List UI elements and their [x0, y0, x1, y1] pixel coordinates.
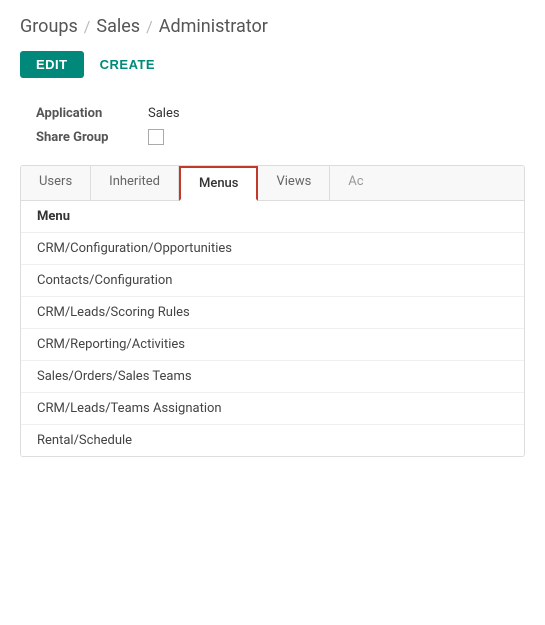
application-row: Application Sales — [36, 102, 525, 125]
create-button[interactable]: CReatE — [84, 51, 171, 78]
breadcrumb: Groups / Sales / Administrator — [20, 16, 525, 37]
list-item[interactable]: CRM/Reporting/Activities — [21, 329, 524, 361]
breadcrumb-sep-1: / — [84, 17, 91, 36]
list-item[interactable]: Sales/Orders/Sales Teams — [21, 361, 524, 393]
tabs-header: Users Inherited Menus Views Ac — [21, 166, 524, 201]
list-item[interactable]: CRM/Configuration/Opportunities — [21, 233, 524, 265]
breadcrumb-sep-2: / — [146, 17, 153, 36]
tab-content-menus: Menu CRM/Configuration/Opportunities Con… — [21, 201, 524, 456]
tab-ac[interactable]: Ac — [330, 166, 370, 200]
share-group-row: Share Group — [36, 125, 525, 149]
breadcrumb-sales[interactable]: Sales — [96, 16, 140, 37]
header: Groups / Sales / Administrator EDIT CRea… — [0, 0, 545, 86]
list-item[interactable]: Rental/Schedule — [21, 425, 524, 456]
tabs-container: Users Inherited Menus Views Ac Menu CRM/… — [20, 165, 525, 457]
form-fields: Application Sales Share Group — [20, 102, 525, 149]
tab-menus[interactable]: Menus — [179, 166, 259, 201]
list-item[interactable]: CRM/Leads/Scoring Rules — [21, 297, 524, 329]
table-header: Menu — [21, 201, 524, 232]
breadcrumb-groups[interactable]: Groups — [20, 16, 78, 37]
tab-inherited[interactable]: Inherited — [91, 166, 179, 200]
breadcrumb-administrator[interactable]: Administrator — [159, 16, 268, 37]
list-item[interactable]: Contacts/Configuration — [21, 265, 524, 297]
menu-column-header: Menu — [37, 209, 70, 224]
tab-users[interactable]: Users — [21, 166, 91, 200]
edit-button[interactable]: EDIT — [20, 51, 84, 78]
application-value: Sales — [148, 106, 180, 121]
share-group-checkbox[interactable] — [148, 129, 164, 145]
toolbar: EDIT CReatE — [20, 51, 525, 78]
share-group-label: Share Group — [36, 130, 136, 145]
list-item[interactable]: CRM/Leads/Teams Assignation — [21, 393, 524, 425]
tab-views[interactable]: Views — [258, 166, 330, 200]
application-label: Application — [36, 106, 136, 121]
content-area: Application Sales Share Group Users Inhe… — [0, 86, 545, 473]
menu-list: CRM/Configuration/Opportunities Contacts… — [21, 232, 524, 456]
